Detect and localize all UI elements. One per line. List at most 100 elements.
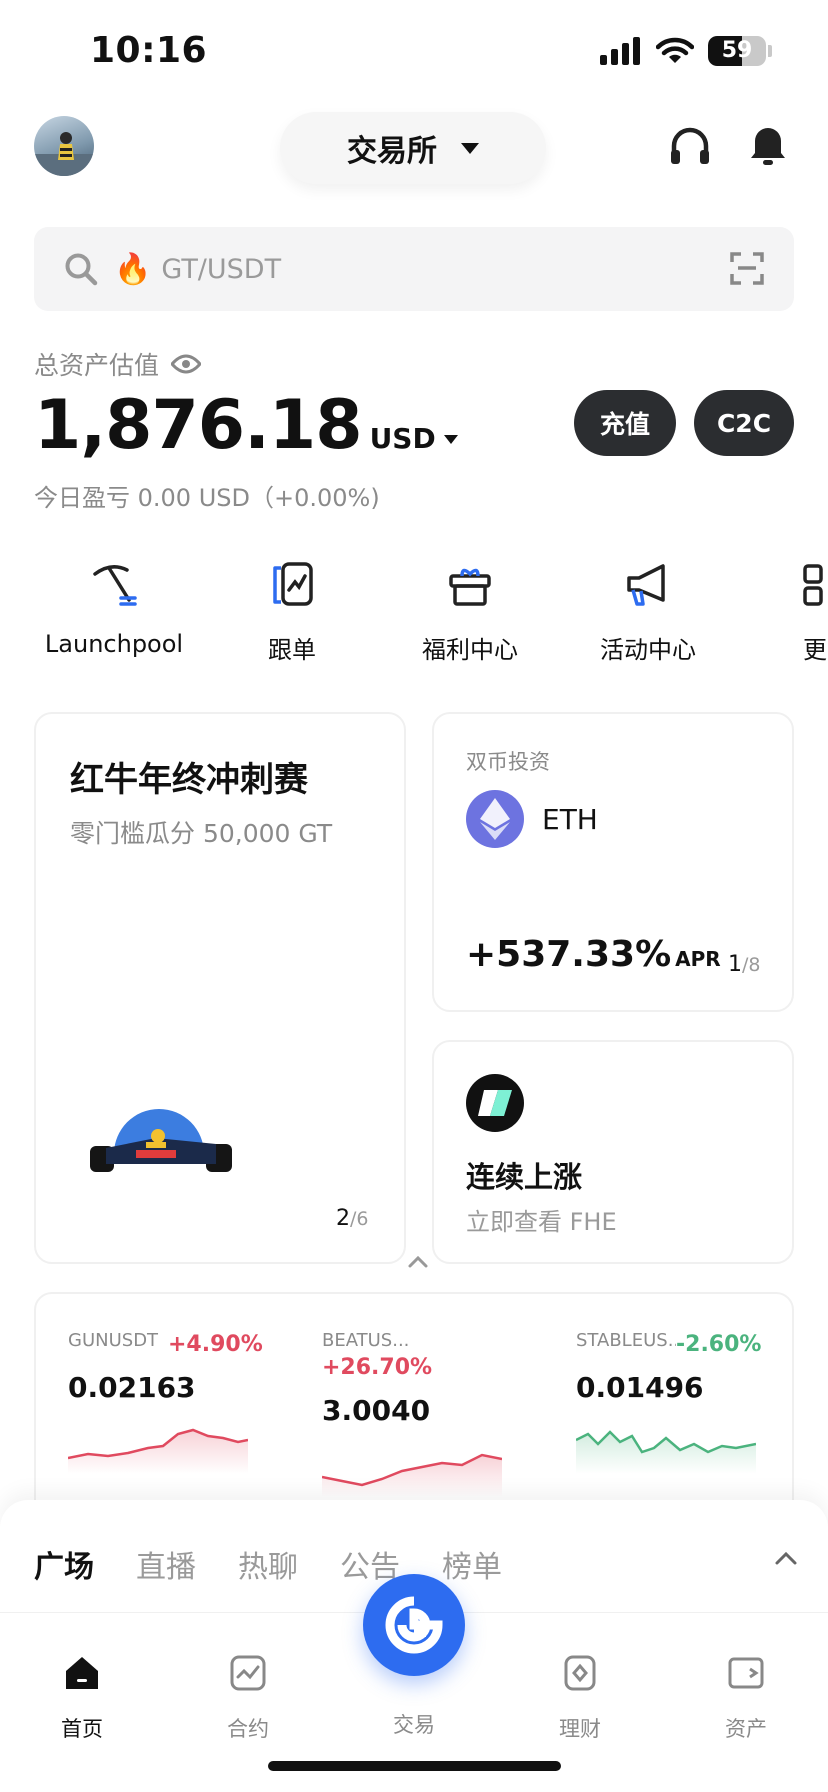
c2c-button[interactable]: C2C (694, 390, 794, 456)
ticker-price: 3.0040 (322, 1394, 431, 1427)
ticker-item[interactable]: STABLEUS...-2.60% 0.01496 (575, 1330, 776, 1478)
tab-chat[interactable]: 热聊 (238, 1542, 298, 1586)
fhe-logo-icon (466, 1074, 524, 1132)
dual-total: /8 (742, 954, 761, 976)
nav-label: 交易 (393, 1713, 435, 1737)
quick-more[interactable]: 更 (737, 560, 828, 665)
battery-icon: 59 (708, 36, 766, 66)
wifi-icon (656, 37, 694, 63)
chevron-up-icon[interactable] (774, 1550, 798, 1566)
nav-label: 理财 (559, 1717, 601, 1741)
avatar[interactable] (34, 116, 94, 176)
promo-card[interactable]: 红牛年终冲刺赛 零门槛瓜分 50,000 GT 2/6 (34, 712, 406, 1264)
earn-icon (564, 1655, 596, 1691)
trade-button[interactable] (363, 1574, 465, 1676)
ticker-item[interactable]: GUNUSDT +4.90% 0.02163 (67, 1330, 268, 1478)
ticker-price: 0.01496 (576, 1371, 704, 1404)
dual-coin: ETH (466, 790, 598, 848)
quick-events[interactable]: 活动中心 (559, 560, 737, 665)
quick-label: 跟单 (268, 636, 316, 664)
signal-icon (600, 37, 640, 65)
futures-chart-icon (230, 1655, 266, 1691)
nav-assets[interactable]: 资产 (686, 1653, 806, 1743)
dual-pager: 1/8 (728, 952, 761, 977)
quick-launchpool[interactable]: Launchpool (25, 560, 203, 658)
tab-live[interactable]: 直播 (136, 1542, 196, 1586)
nav-label: 合约 (227, 1717, 269, 1741)
exchange-label: 交易所 (347, 134, 437, 169)
rise-subtitle: 立即查看 FHE (466, 1208, 617, 1236)
sparkline-up (321, 1453, 503, 1497)
tab-square[interactable]: 广场 (34, 1542, 94, 1586)
ticker-symbol: STABLEUS... (576, 1330, 676, 1351)
battery-cap (768, 45, 772, 57)
ticker-symbol: BEATUS... (322, 1330, 410, 1351)
deposit-button[interactable]: 充值 (574, 390, 676, 456)
status-time: 10:16 (90, 30, 208, 71)
rise-title: 连续上涨 (466, 1160, 583, 1194)
asset-label-text: 总资产估值 (34, 351, 160, 380)
pickaxe-icon (93, 565, 137, 606)
nav-home[interactable]: 首页 (22, 1653, 142, 1743)
asset-value: 1,876.18 USD (34, 386, 458, 465)
status-icons: 59 (600, 36, 772, 66)
apr-unit: APR (675, 947, 721, 971)
ticker-change: +4.90% (168, 1332, 263, 1357)
quick-label: 更 (803, 636, 827, 664)
rise-card[interactable]: 连续上涨 立即查看 FHE (432, 1040, 794, 1264)
apr-value: +537.33% (466, 934, 672, 975)
home-icon (66, 1657, 98, 1689)
ticker-symbol: GUNUSDT (68, 1330, 159, 1351)
exchange-switcher[interactable]: 交易所 (280, 112, 546, 184)
search-icon (65, 253, 98, 286)
asset-amount: 1,876.18 (34, 386, 363, 465)
megaphone-icon (627, 564, 665, 606)
dual-coin-name: ETH (542, 802, 598, 836)
asset-currency[interactable]: USD (370, 422, 436, 455)
ticker-change: -2.60% (676, 1332, 762, 1357)
grid-icon (803, 564, 823, 606)
sparkline-down (575, 1430, 757, 1474)
quick-copy-trade[interactable]: 跟单 (203, 560, 381, 665)
copy-trade-icon (273, 562, 313, 606)
dual-page: 1 (728, 952, 742, 977)
quick-rewards[interactable]: 福利中心 (381, 560, 559, 665)
currency-dropdown-icon[interactable] (443, 435, 458, 444)
status-bar: 10:16 59 (0, 0, 828, 100)
nav-label: 资产 (725, 1717, 767, 1741)
eth-icon (466, 790, 524, 848)
dual-invest-card[interactable]: 双币投资 ETH +537.33% APR 1/8 (432, 712, 794, 1012)
quick-label: 福利中心 (422, 636, 518, 664)
nav-label: 首页 (61, 1717, 103, 1741)
dual-label: 双币投资 (466, 750, 550, 774)
search-input[interactable]: GT/USDT (161, 254, 281, 285)
quick-label: Launchpool (44, 630, 184, 658)
search-bar[interactable]: 🔥 GT/USDT (34, 227, 794, 311)
promo-title: 红牛年终冲刺赛 (70, 760, 308, 800)
scan-icon[interactable] (730, 251, 764, 285)
avatar-image (34, 132, 94, 176)
nav-futures[interactable]: 合约 (188, 1653, 308, 1743)
sparkline-up (67, 1428, 249, 1474)
pnl-text: 今日盈亏 0.00 USD（+0.00%) (34, 484, 380, 512)
ticker-change: +26.70% (322, 1355, 433, 1380)
headset-icon[interactable] (668, 124, 712, 168)
race-car-image (90, 1109, 232, 1172)
bell-icon[interactable] (746, 124, 790, 168)
collapse-chevron-icon[interactable] (406, 1254, 430, 1270)
nav-earn[interactable]: 理财 (520, 1653, 640, 1743)
tab-rankings[interactable]: 榜单 (442, 1542, 502, 1586)
promo-total: /6 (350, 1208, 369, 1230)
ticker-item[interactable]: BEATUS... +26.70% 3.0040 (321, 1330, 522, 1501)
ticker-price: 0.02163 (68, 1371, 196, 1404)
promo-subtitle: 零门槛瓜分 50,000 GT (70, 819, 333, 848)
chevron-down-icon (461, 142, 479, 154)
eye-icon[interactable] (171, 354, 202, 374)
fire-icon: 🔥 (114, 251, 152, 287)
gate-logo-icon (385, 1596, 443, 1654)
promo-page: 2 (336, 1206, 350, 1231)
asset-label: 总资产估值 (34, 346, 202, 382)
gift-icon (449, 568, 491, 606)
home-indicator (268, 1761, 561, 1771)
quick-actions: Launchpool 跟单 福利中心 活动中心 更 (0, 560, 828, 670)
